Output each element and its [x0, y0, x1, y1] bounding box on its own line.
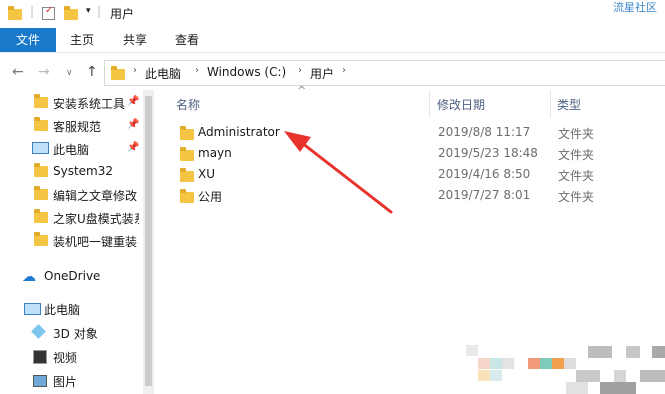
annotation-arrow [284, 131, 393, 214]
